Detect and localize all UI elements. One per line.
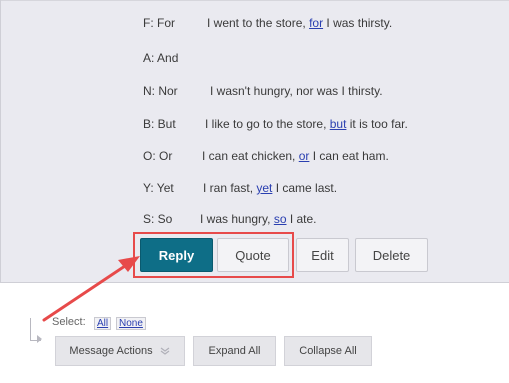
conjunction-key: S: So	[143, 212, 173, 226]
sentence-part: I was thirsty.	[323, 16, 393, 30]
select-label: Select:	[52, 316, 86, 328]
select-none-link[interactable]: None	[116, 317, 146, 330]
example-sentence: I wasn't hungry, nor was I thirsty.	[210, 84, 383, 98]
thread-footer	[0, 283, 509, 383]
sentence-part: I was hungry,	[200, 212, 274, 226]
sentence-part: I came last.	[272, 181, 338, 195]
tree-arrow-icon	[37, 335, 42, 343]
sentence-part: I ran fast,	[203, 181, 257, 195]
sentence-part: it is too far.	[346, 117, 408, 131]
conjunction-key: Y: Yet	[143, 181, 174, 195]
conjunction-link[interactable]: or	[299, 149, 310, 163]
annotation-highlight-box	[133, 232, 294, 278]
panel-top-divider	[1, 0, 509, 1]
collapse-all-button[interactable]: Collapse All	[284, 336, 372, 366]
conjunction-key: F: For	[143, 16, 175, 30]
sentence-part: I ate.	[286, 212, 317, 226]
delete-button[interactable]: Delete	[355, 238, 428, 272]
sentence-part: I like to go to the store,	[205, 117, 330, 131]
example-sentence: I can eat chicken, or I can eat ham.	[202, 149, 389, 163]
conjunction-link[interactable]: for	[309, 16, 323, 30]
example-sentence: I was hungry, so I ate.	[200, 212, 317, 226]
conjunction-link[interactable]: yet	[256, 181, 272, 195]
chevron-down-icon	[160, 347, 169, 355]
sentence-part: I can eat ham.	[309, 149, 389, 163]
example-sentence: I like to go to the store, but it is too…	[205, 117, 408, 131]
conjunction-key: O: Or	[143, 149, 173, 163]
sentence-part: I went to the store,	[207, 16, 310, 30]
edit-button[interactable]: Edit	[296, 238, 349, 272]
conjunction-link[interactable]: but	[330, 117, 347, 131]
expand-all-button[interactable]: Expand All	[193, 336, 276, 366]
conjunction-link[interactable]: so	[274, 212, 287, 226]
conjunction-key: A: And	[143, 51, 179, 65]
conjunction-key: B: But	[143, 117, 176, 131]
message-actions-label: Message Actions	[69, 345, 153, 357]
example-sentence: I went to the store, for I was thirsty.	[207, 16, 392, 30]
sentence-part: I can eat chicken,	[202, 149, 299, 163]
select-all-link[interactable]: All	[94, 317, 112, 330]
example-sentence: I ran fast, yet I came last.	[203, 181, 337, 195]
message-actions-button[interactable]: Message Actions	[55, 336, 185, 366]
conjunction-key: N: Nor	[143, 84, 178, 98]
